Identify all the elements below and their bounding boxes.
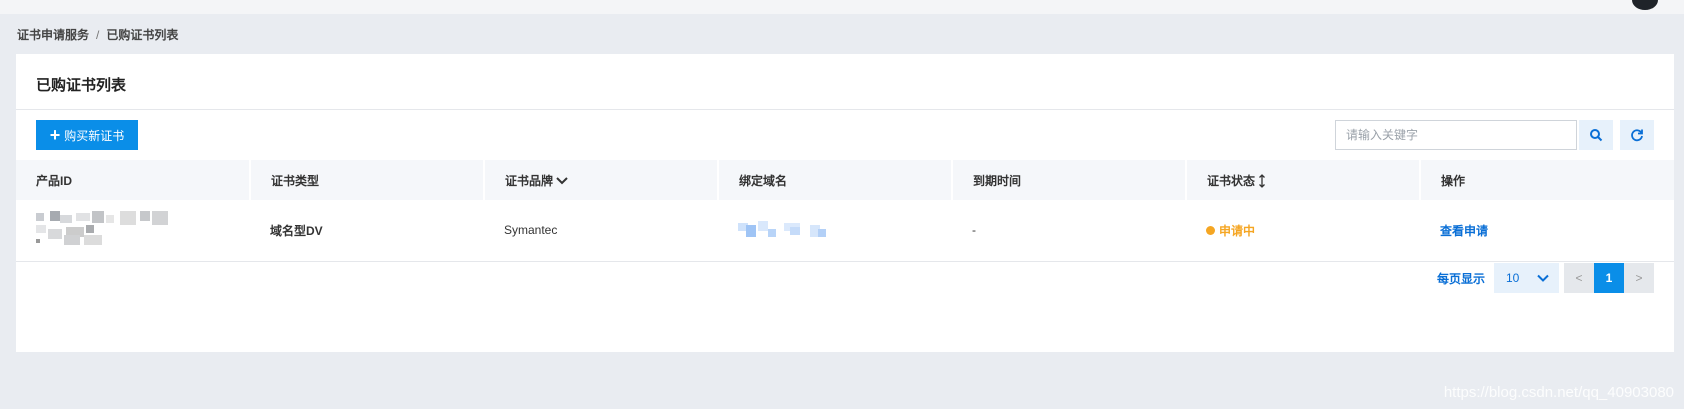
plus-icon: + xyxy=(49,125,61,145)
certificate-table: 产品ID 证书类型 证书品牌 绑定域名 到期时间 证书状态 操作 域名型DV S… xyxy=(16,160,1674,262)
search-button[interactable] xyxy=(1579,120,1613,150)
cert-brand-header-label: 证书品牌 xyxy=(505,173,554,188)
buy-new-certificate-button[interactable]: + 购买新证书 xyxy=(36,120,138,150)
redacted-domain xyxy=(738,220,826,237)
page-1-button[interactable]: 1 xyxy=(1594,263,1624,293)
refresh-icon xyxy=(1631,129,1643,142)
redacted-product-id xyxy=(36,210,168,245)
breadcrumb: 证书申请服务 / 已购证书列表 xyxy=(17,26,178,43)
avatar[interactable] xyxy=(1632,0,1658,10)
breadcrumb-parent[interactable]: 证书申请服务 xyxy=(17,28,89,42)
column-actions: 操作 xyxy=(1441,173,1466,188)
chevron-down-icon xyxy=(556,177,569,185)
pagination: 每页显示 10 < 1 > xyxy=(1437,263,1654,293)
column-expiry: 到期时间 xyxy=(952,160,1187,200)
column-bound-domain: 绑定域名 xyxy=(718,160,953,200)
toolbar: + 购买新证书 xyxy=(16,110,1674,160)
status-badge: 申请中 xyxy=(1206,222,1420,239)
status-header-label: 证书状态 xyxy=(1207,173,1256,188)
column-cert-brand[interactable]: 证书品牌 xyxy=(484,160,719,200)
per-page-value: 10 xyxy=(1506,271,1520,285)
cell-cert-type: 域名型DV xyxy=(270,223,323,238)
sort-icon xyxy=(1259,174,1266,189)
top-bar xyxy=(0,0,1684,14)
view-application-link[interactable]: 查看申请 xyxy=(1440,224,1488,238)
search-input[interactable] xyxy=(1335,120,1577,150)
breadcrumb-current: 已购证书列表 xyxy=(106,28,179,42)
chevron-down-icon xyxy=(1537,274,1549,282)
prev-page-button[interactable]: < xyxy=(1564,263,1594,293)
certificate-list-panel: 已购证书列表 + 购买新证书 产品ID 证书类型 证书品牌 绑定域名 到期时间 … xyxy=(16,54,1674,352)
buy-button-label: 购买新证书 xyxy=(64,128,125,143)
search-icon xyxy=(1590,129,1603,142)
column-cert-type: 证书类型 xyxy=(250,160,485,200)
cell-actions: 查看申请 xyxy=(1420,200,1674,261)
table-row: 域名型DV Symantec - 申请中 查看申请 xyxy=(16,200,1674,261)
next-page-button[interactable]: > xyxy=(1624,263,1654,293)
per-page-select[interactable]: 10 xyxy=(1494,263,1559,293)
column-product-id: 产品ID xyxy=(16,160,251,200)
column-status[interactable]: 证书状态 xyxy=(1186,160,1421,200)
page-title: 已购证书列表 xyxy=(36,77,127,94)
cell-bound-domain xyxy=(718,200,952,261)
status-dot-icon xyxy=(1206,225,1215,235)
watermark: https://blog.csdn.net/qq_40903080 xyxy=(1443,384,1674,401)
cell-expiry: - xyxy=(972,223,976,238)
breadcrumb-separator: / xyxy=(96,28,100,42)
cell-cert-brand: Symantec xyxy=(504,223,558,238)
per-page-label: 每页显示 xyxy=(1436,271,1485,286)
table-header-row: 产品ID 证书类型 证书品牌 绑定域名 到期时间 证书状态 操作 xyxy=(16,160,1674,200)
panel-header: 已购证书列表 xyxy=(16,54,1674,110)
refresh-button[interactable] xyxy=(1620,120,1654,150)
cell-product-id xyxy=(16,200,250,261)
cell-status: 申请中 xyxy=(1186,200,1420,261)
status-text: 申请中 xyxy=(1219,223,1256,238)
